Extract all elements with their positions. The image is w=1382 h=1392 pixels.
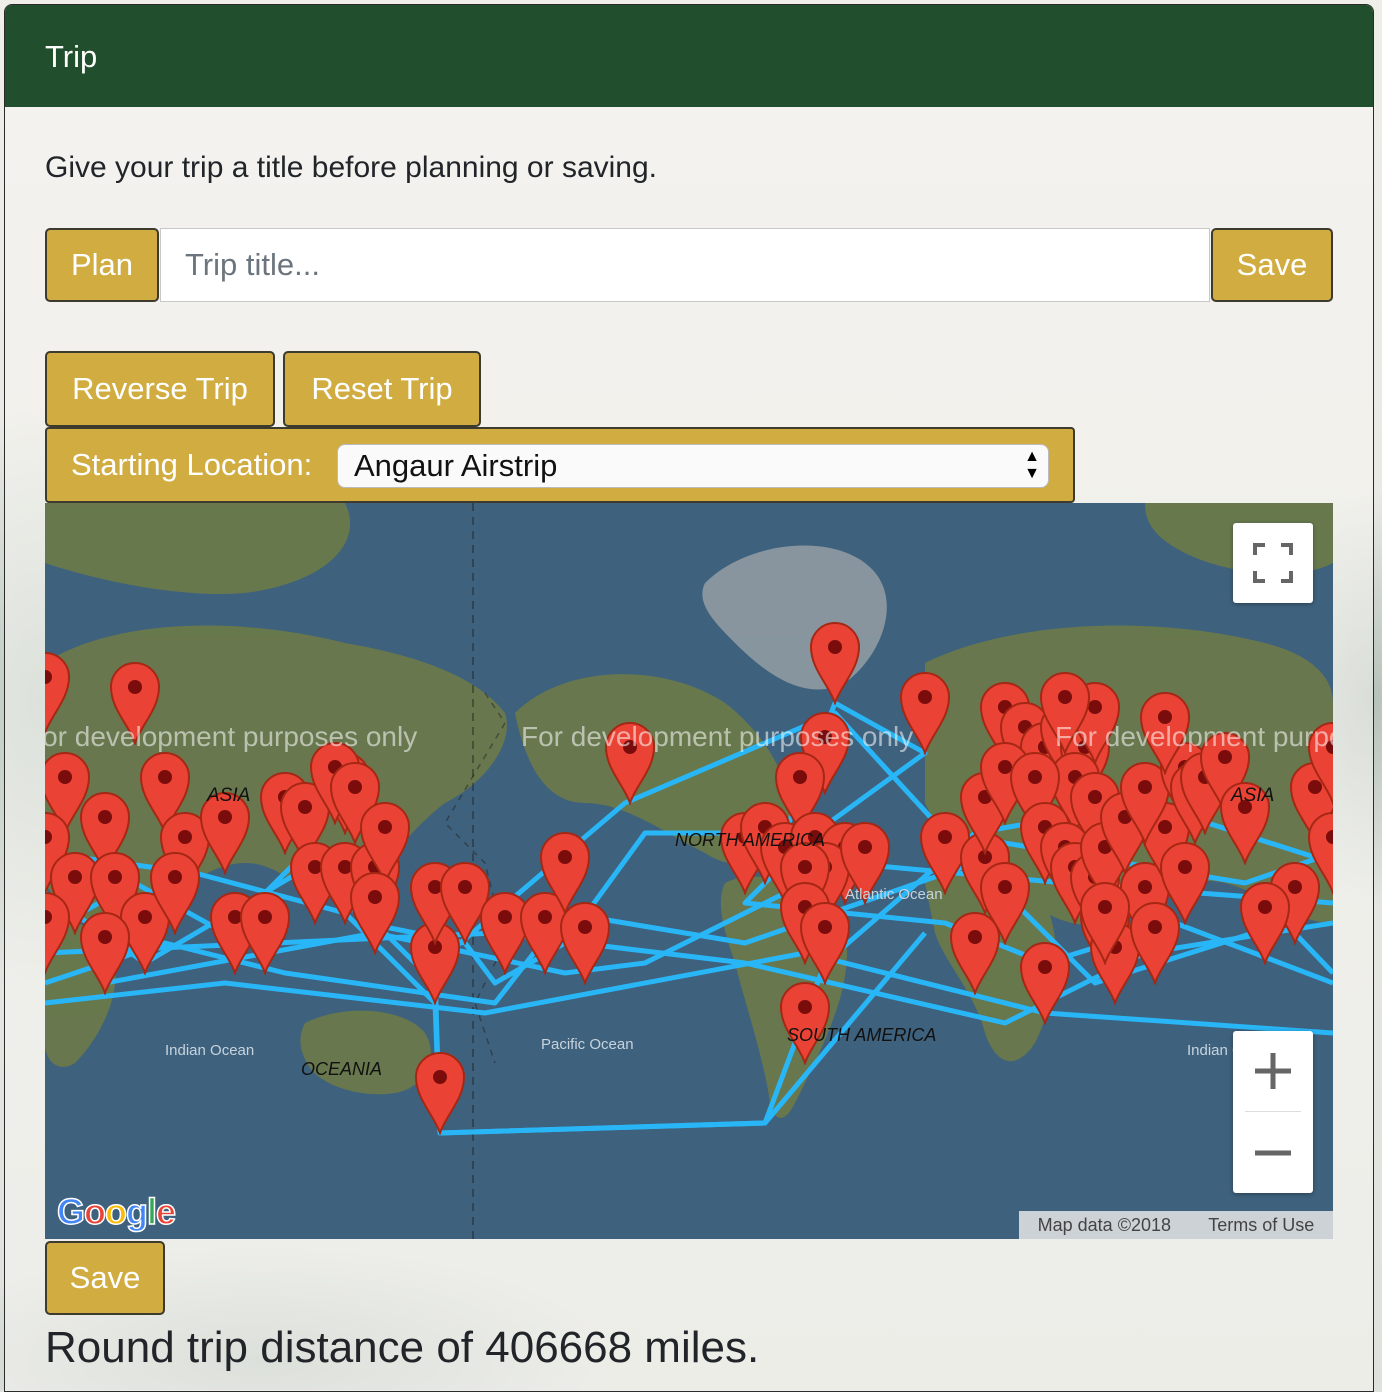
- trip-card: Trip Give your trip a title before plann…: [4, 4, 1374, 1392]
- round-trip-distance: Round trip distance of 406668 miles.: [45, 1323, 760, 1372]
- plan-button[interactable]: Plan: [45, 228, 159, 302]
- zoom-control: [1233, 1031, 1313, 1193]
- label-indian-ocean: Indian Ocean: [165, 1042, 254, 1059]
- zoom-in-button[interactable]: [1233, 1031, 1313, 1111]
- label-asia-right: ASIA: [1230, 785, 1274, 806]
- reset-trip-button[interactable]: Reset Trip: [283, 351, 481, 427]
- bottom-save-button[interactable]: Save: [45, 1241, 165, 1315]
- card-header: Trip: [5, 5, 1373, 107]
- select-arrows-icon: ▲ ▼: [1024, 448, 1040, 482]
- google-logo: Google: [56, 1190, 177, 1233]
- map-attribution: Map data ©2018 Terms of Use: [1019, 1211, 1333, 1239]
- map-canvas[interactable]: ASIA ASIA NORTH AMERICA SOUTH AMERICA OC…: [45, 503, 1333, 1239]
- trip-map[interactable]: ASIA ASIA NORTH AMERICA SOUTH AMERICA OC…: [45, 503, 1333, 1239]
- fullscreen-icon: [1253, 543, 1293, 583]
- plus-icon: [1255, 1053, 1291, 1089]
- label-north-america: NORTH AMERICA: [675, 830, 825, 850]
- watermark-3: For development purposes only: [1055, 721, 1333, 752]
- starting-location-value: Angaur Airstrip: [354, 448, 558, 483]
- map-data-text: Map data ©2018: [1037, 1214, 1171, 1235]
- starting-location-label: Starting Location:: [71, 447, 313, 482]
- zoom-out-button[interactable]: [1233, 1113, 1313, 1193]
- watermark-2: For development purposes only: [521, 721, 914, 752]
- reverse-trip-button[interactable]: Reverse Trip: [45, 351, 275, 427]
- label-pacific-ocean: Pacific Ocean: [541, 1036, 634, 1053]
- starting-location-select[interactable]: Angaur Airstrip ▲ ▼: [337, 444, 1049, 488]
- save-button[interactable]: Save: [1211, 228, 1333, 302]
- label-atlantic-ocean: Atlantic Ocean: [845, 886, 943, 903]
- label-south-america: SOUTH AMERICA: [787, 1025, 936, 1045]
- label-asia: ASIA: [206, 785, 250, 806]
- card-title: Trip: [45, 39, 98, 74]
- intro-text: Give your trip a title before planning o…: [45, 151, 657, 184]
- terms-of-use-link[interactable]: Terms of Use: [1208, 1215, 1314, 1236]
- starting-location-group: Starting Location: Angaur Airstrip ▲ ▼: [45, 427, 1075, 503]
- label-oceania: OCEANIA: [301, 1059, 382, 1079]
- watermark-1: For development purposes only: [45, 721, 418, 752]
- fullscreen-button[interactable]: [1233, 523, 1313, 603]
- minus-icon: [1255, 1150, 1291, 1156]
- zoom-divider: [1245, 1111, 1301, 1112]
- trip-title-input[interactable]: [160, 228, 1210, 302]
